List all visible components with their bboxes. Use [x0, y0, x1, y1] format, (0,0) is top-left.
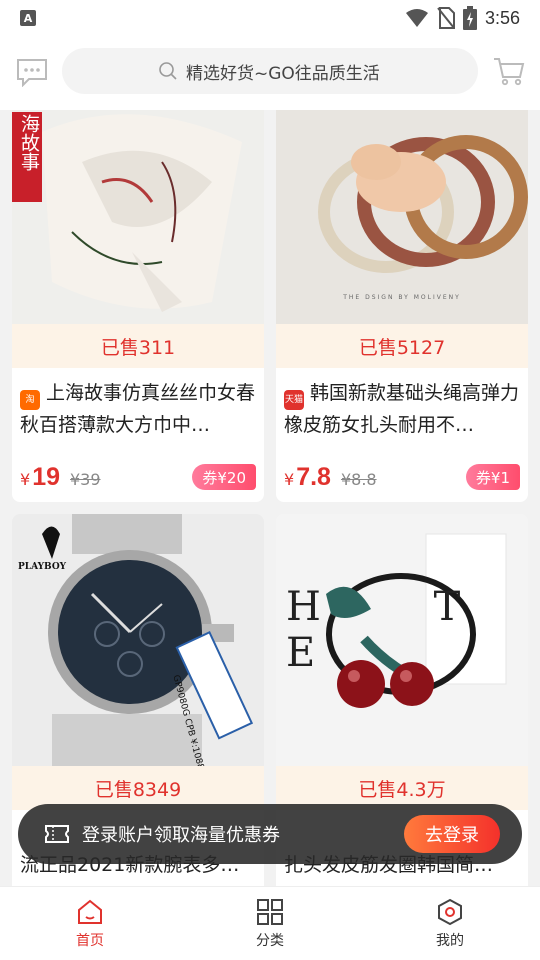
image-caption: THE DSIGN BY MOLIVENY — [343, 294, 461, 301]
nav-home-label: 首页 — [76, 933, 104, 949]
product-image: H T E — [276, 514, 528, 766]
sold-count: 已售311 — [12, 324, 264, 368]
nav-profile[interactable]: 我的 — [360, 887, 540, 960]
clock: 3:56 — [484, 7, 520, 28]
image-letters: H T E — [286, 584, 511, 676]
nav-home[interactable]: 首页 — [0, 887, 180, 960]
status-bar: A 3:56 — [0, 0, 540, 36]
cart-icon[interactable] — [492, 54, 526, 88]
header: 精选好货~GO往品质生活 — [0, 36, 540, 110]
product-title: 天猫 韩国新款基础头绳高弹力橡皮筋女扎头耐用不… — [276, 368, 528, 442]
price: 19 — [32, 463, 60, 491]
category-icon — [257, 899, 283, 925]
product-card[interactable]: 海故事 已售311 淘上海故事仿真丝丝巾女春秋百搭薄款大方巾中… ¥ 19 ¥3… — [12, 110, 264, 502]
login-toast: 登录账户领取海量优惠券 去登录 — [18, 804, 522, 864]
product-image: PLAYBOY GP9080G CPB ¥:1088.00 — [12, 514, 264, 766]
battery-icon — [462, 6, 477, 30]
original-price: ¥8.8 — [340, 470, 377, 489]
currency-symbol: ¥ — [284, 470, 295, 489]
nav-category[interactable]: 分类 — [180, 887, 360, 960]
search-placeholder: 精选好货~GO往品质生活 — [186, 63, 380, 84]
nav-profile-label: 我的 — [436, 933, 464, 949]
product-card[interactable]: THE DSIGN BY MOLIVENY 已售5127 天猫 韩国新款基础头绳高… — [276, 110, 528, 502]
coupon-ticket-icon — [45, 825, 69, 843]
product-title: 淘上海故事仿真丝丝巾女春秋百搭薄款大方巾中… — [12, 368, 264, 442]
profile-icon — [438, 898, 462, 926]
product-grid: 海故事 已售311 淘上海故事仿真丝丝巾女春秋百搭薄款大方巾中… ¥ 19 ¥3… — [0, 110, 540, 886]
status-icons: 3:56 — [405, 6, 520, 30]
search-icon — [159, 62, 177, 80]
price: 7.8 — [296, 463, 331, 491]
nav-category-label: 分类 — [256, 933, 284, 949]
tmall-badge-icon: 天猫 — [284, 390, 304, 410]
coupon-badge[interactable]: 券¥20 — [192, 464, 256, 490]
toast-message: 登录账户领取海量优惠券 — [82, 825, 280, 846]
login-button[interactable]: 去登录 — [404, 815, 500, 853]
sold-count: 已售5127 — [276, 324, 528, 368]
taobao-badge-icon: 淘 — [20, 390, 40, 410]
brand-logo: PLAYBOY — [18, 562, 67, 572]
wifi-icon — [405, 9, 428, 27]
price-row: ¥ 7.8 ¥8.8 — [284, 463, 377, 492]
price-row: ¥ 19 ¥39 — [20, 463, 101, 492]
original-price: ¥39 — [70, 470, 101, 489]
no-sim-icon — [437, 7, 455, 29]
image-brand-text: 海故事 — [18, 114, 40, 171]
search-bar[interactable]: 精选好货~GO往品质生活 — [62, 48, 478, 94]
message-icon[interactable] — [14, 54, 50, 90]
home-icon — [78, 899, 102, 924]
product-title-text: 上海故事仿真丝丝巾女春秋百搭薄款大方巾中… — [20, 382, 256, 436]
coupon-badge[interactable]: 券¥1 — [465, 464, 520, 490]
product-image: 海故事 — [12, 110, 264, 324]
product-title-text: 韩国新款基础头绳高弹力橡皮筋女扎头耐用不… — [284, 382, 520, 436]
product-image: THE DSIGN BY MOLIVENY — [276, 110, 528, 324]
notification-indicator: A — [20, 10, 36, 26]
bottom-nav: 首页 分类 我的 — [0, 886, 540, 960]
currency-symbol: ¥ — [20, 470, 31, 489]
